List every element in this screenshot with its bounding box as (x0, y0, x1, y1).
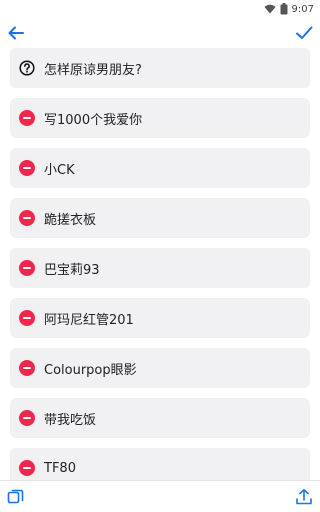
list-item-label: 带我吃饭 (44, 412, 97, 428)
list-item[interactable]: 怎样原谅男朋友? (10, 48, 310, 88)
list-item-label: 巴宝莉93 (44, 262, 100, 278)
wish-list: 怎样原谅男朋友? 写1000个我爱你 小CK 跪搓衣板 巴宝莉93 阿玛尼红管2… (0, 48, 320, 480)
minus-circle-icon[interactable] (19, 360, 35, 376)
list-item-label: 怎样原谅男朋友? (44, 62, 142, 78)
list-item[interactable]: Colourpop眼影 (10, 348, 310, 388)
list-item[interactable]: 跪搓衣板 (10, 198, 310, 238)
status-time: 9:07 (291, 3, 314, 15)
checkmark-icon[interactable] (294, 23, 314, 43)
status-bar: 9:07 (0, 0, 320, 18)
bottom-toolbar (0, 480, 320, 512)
list-item[interactable]: 写1000个我爱你 (10, 98, 310, 138)
wifi-icon (264, 4, 276, 14)
question-circle-icon (19, 60, 35, 76)
list-item[interactable]: 巴宝莉93 (10, 248, 310, 288)
minus-circle-icon[interactable] (19, 160, 35, 176)
back-arrow-icon[interactable] (6, 23, 26, 43)
minus-circle-icon[interactable] (19, 260, 35, 276)
copy-icon[interactable] (7, 488, 25, 506)
battery-icon (280, 3, 288, 15)
minus-circle-icon[interactable] (19, 210, 35, 226)
list-item[interactable]: 带我吃饭 (10, 398, 310, 438)
share-icon[interactable] (295, 488, 313, 506)
toolbar (0, 18, 320, 46)
list-item-label: TF80 (44, 460, 76, 476)
list-item[interactable]: 小CK (10, 148, 310, 188)
list-item-label: 跪搓衣板 (44, 212, 97, 228)
list-item-label: 写1000个我爱你 (44, 112, 143, 128)
list-item[interactable]: 阿玛尼红管201 (10, 298, 310, 338)
list-item-label: 阿玛尼红管201 (44, 312, 134, 328)
minus-circle-icon[interactable] (19, 110, 35, 126)
list-item-label: Colourpop眼影 (44, 362, 137, 378)
list-item-label: 小CK (44, 162, 75, 178)
minus-circle-icon[interactable] (19, 410, 35, 426)
list-item[interactable]: TF80 (10, 448, 310, 480)
minus-circle-icon[interactable] (19, 460, 35, 476)
minus-circle-icon[interactable] (19, 310, 35, 326)
